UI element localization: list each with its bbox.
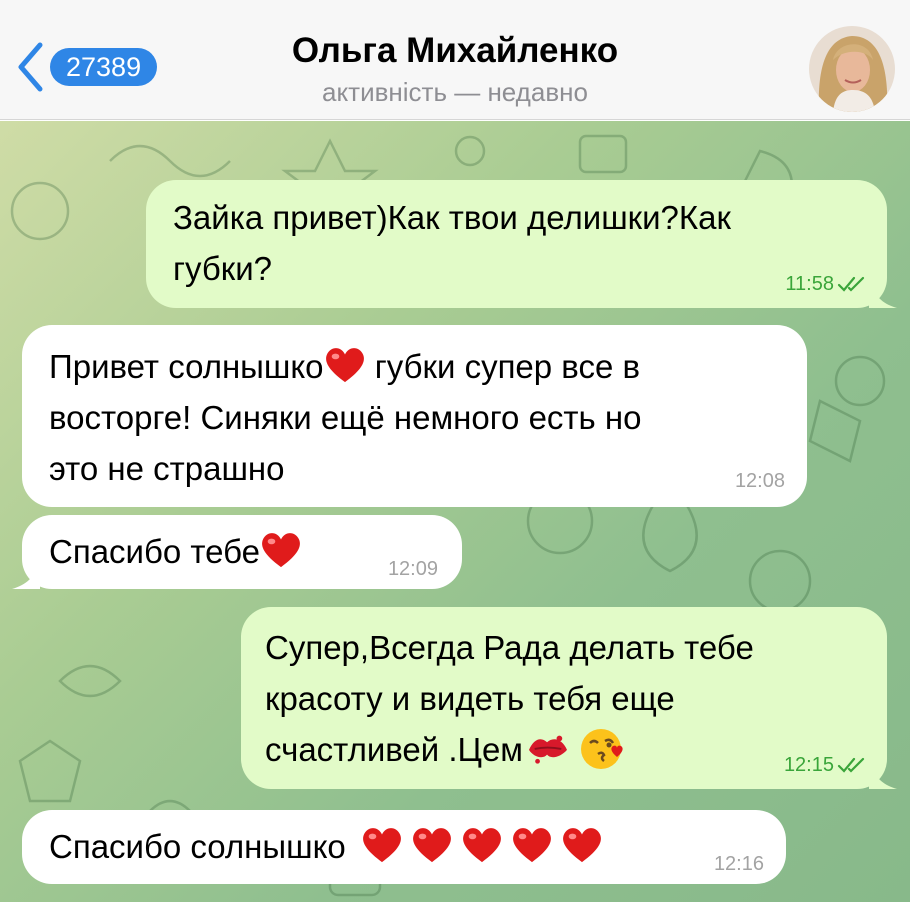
message-time: 12:09 [387, 558, 438, 580]
chat-messages-area[interactable]: Зайка привет)Как твои делишки?Как губки?… [0, 121, 910, 902]
red-heart-emoji [262, 533, 300, 568]
red-heart-emoji [413, 828, 451, 863]
double-check-icon [837, 757, 865, 773]
message-text: Привет солнышко губки супер все в востор… [49, 341, 783, 494]
avatar[interactable] [809, 26, 895, 112]
chat-header: 27389 Ольга Михайленко активність — неда… [0, 0, 910, 120]
contact-title[interactable]: Ольга Михайленко активність — недавно [0, 30, 910, 109]
message-time: 12:15 [783, 754, 834, 776]
message-meta: 11:58 [785, 272, 867, 296]
message-meta: 12:16 [714, 852, 764, 876]
message-time: 12:08 [734, 470, 785, 492]
double-check-icon [837, 276, 865, 292]
message-bubble-outgoing[interactable]: Супер,Всегда Рада делать тебе красоту и … [241, 607, 897, 789]
contact-status: активність — недавно [322, 77, 588, 107]
message-meta: 12:08 [735, 469, 785, 493]
message-text-part: Спасибо тебе [49, 533, 261, 570]
red-heart-emoji [363, 828, 401, 863]
red-heart-emoji [563, 828, 601, 863]
message-meta: 12:09 [388, 557, 438, 581]
kiss-mark-emoji [529, 735, 567, 764]
red-heart-emoji [325, 348, 364, 383]
message-text-part: Супер,Всегда Рада делать тебе красоту и … [265, 629, 754, 768]
message-text: Супер,Всегда Рада делать тебе красоту и … [265, 622, 863, 775]
message-time: 12:16 [713, 853, 764, 875]
bubble-tail [12, 559, 40, 589]
message-text: Спасибо солнышко [49, 821, 762, 872]
message-text: Зайка привет)Как твои делишки?Как губки? [173, 199, 731, 287]
bubble-tail [869, 759, 897, 789]
message-text-part: Спасибо солнышко [49, 828, 355, 865]
message-bubble-incoming[interactable]: Привет солнышко губки супер все в востор… [22, 325, 807, 507]
message-time: 11:58 [785, 273, 834, 295]
avatar-photo [809, 26, 895, 112]
bubble-tail [869, 278, 897, 308]
message-bubble-incoming[interactable]: Спасибо солнышко 12:16 [22, 810, 786, 884]
contact-name: Ольга Михайленко [291, 31, 619, 70]
red-heart-emoji [463, 828, 501, 863]
message-bubble-incoming[interactable]: Спасибо тебе 12:09 [12, 515, 462, 589]
chat-screen: 27389 Ольга Михайленко активність — неда… [0, 0, 910, 902]
red-heart-emoji [513, 828, 551, 863]
message-text-part: Привет солнышко [49, 348, 324, 385]
message-meta: 12:15 [784, 753, 867, 777]
message-bubble-outgoing[interactable]: Зайка привет)Как твои делишки?Как губки?… [146, 180, 897, 308]
face-blowing-kiss-emoji [581, 729, 623, 769]
message-text: Спасибо тебе [49, 526, 438, 577]
